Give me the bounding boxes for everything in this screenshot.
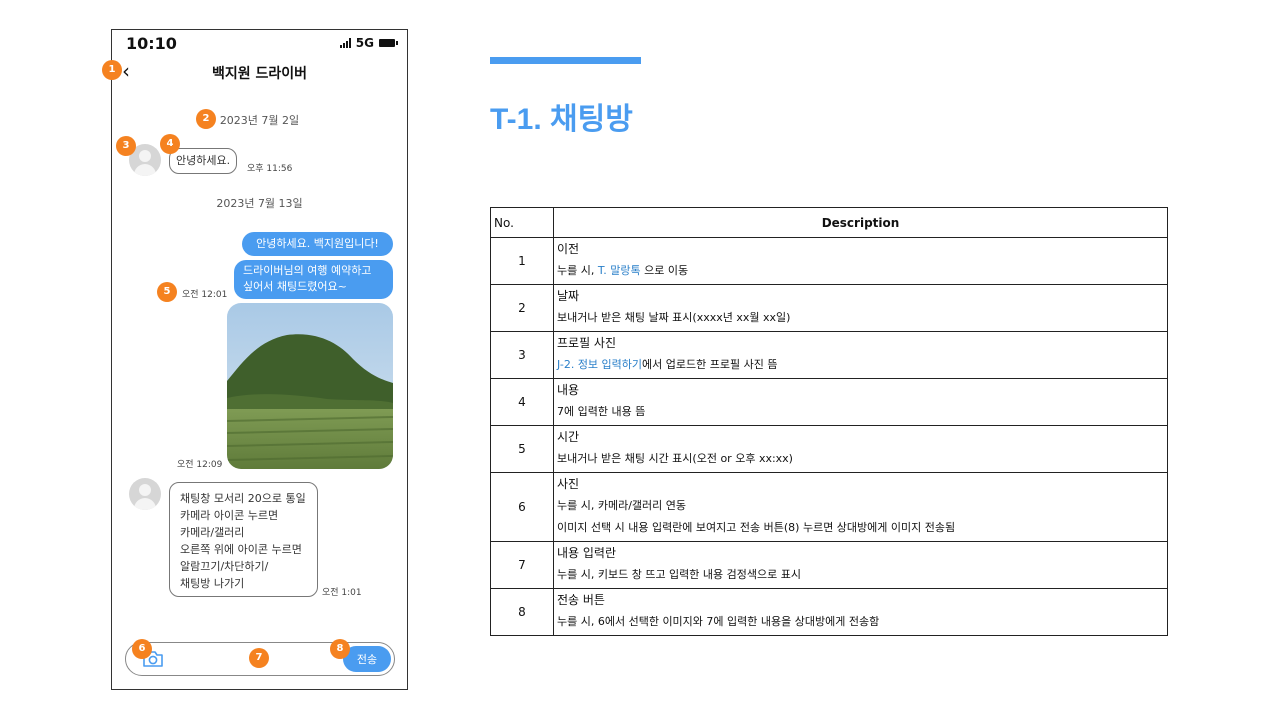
page-reference-link[interactable]: T. 말랑톡 bbox=[598, 264, 641, 277]
description-text: 누를 시, bbox=[557, 264, 598, 277]
column-header-description: Description bbox=[553, 207, 1168, 238]
chat-title: 백지원 드라이버 bbox=[211, 66, 308, 82]
avatar[interactable] bbox=[129, 478, 161, 510]
row-number: 7 bbox=[490, 541, 554, 589]
battery-icon bbox=[379, 39, 398, 47]
row-description: 날짜보내거나 받은 채팅 날짜 표시(xxxx년 xx월 xx일) bbox=[553, 284, 1168, 332]
row-number: 6 bbox=[490, 472, 554, 542]
description-text: 이미지 선택 시 내용 입력란에 보여지고 전송 버튼(8) 누르면 상대방에게… bbox=[557, 521, 956, 534]
annotation-badge-7: 7 bbox=[249, 648, 269, 668]
item-title: 시간 bbox=[557, 430, 580, 444]
date-divider: 2023년 7월 2일 bbox=[219, 114, 300, 127]
item-description-line: 이미지 선택 시 내용 입력란에 보여지고 전송 버튼(8) 누르면 상대방에게… bbox=[557, 517, 1164, 539]
annotation-badge-3: 3 bbox=[116, 136, 136, 156]
annotation-badge-2: 2 bbox=[196, 109, 216, 129]
outgoing-message: 드라이버님의 여행 예약하고 싶어서 채팅드렸어요~ bbox=[234, 260, 393, 299]
annotation-badge-4: 4 bbox=[160, 134, 180, 154]
message-line: 오른쪽 위에 아이콘 누르면 bbox=[180, 543, 302, 556]
message-time: 오후 11:56 bbox=[247, 164, 293, 174]
table-row: 3 프로필 사진 J-2. 정보 입력하기에서 업로드한 프로필 사진 뜸 bbox=[490, 331, 1168, 379]
annotation-badge-8: 8 bbox=[330, 639, 350, 659]
row-description: 사진누를 시, 카메라/갤러리 연동이미지 선택 시 내용 입력란에 보여지고 … bbox=[553, 472, 1168, 542]
item-description-line: 보내거나 받은 채팅 날짜 표시(xxxx년 xx월 xx일) bbox=[557, 307, 1164, 329]
row-description: 이전누를 시, T. 말랑톡 으로 이동 bbox=[553, 237, 1168, 285]
table-header-row: No. Description bbox=[490, 207, 1168, 238]
signal-icon bbox=[339, 38, 351, 48]
table-row: 1 이전누를 시, T. 말랑톡 으로 이동 bbox=[490, 237, 1168, 285]
row-description: 시간보내거나 받은 채팅 시간 표시(오전 or 오후 xx:xx) bbox=[553, 425, 1168, 473]
shared-photo[interactable] bbox=[227, 303, 393, 469]
incoming-message: 채팅창 모서리 20으로 통일 카메라 아이콘 누르면 카메라/갤러리 오른쪽 … bbox=[169, 482, 318, 597]
message-line: 카메라/갤러리 bbox=[180, 526, 245, 539]
outgoing-message: 안녕하세요. 백지원입니다! bbox=[242, 232, 393, 256]
item-description-line: 누를 시, T. 말랑톡 으로 이동 bbox=[557, 260, 1164, 282]
item-title: 내용 입력란 bbox=[557, 546, 617, 560]
item-title: 사진 bbox=[557, 477, 580, 491]
row-description: 프로필 사진 J-2. 정보 입력하기에서 업로드한 프로필 사진 뜸 bbox=[553, 331, 1168, 379]
row-description: 전송 버튼누를 시, 6에서 선택한 이미지와 7에 입력한 내용을 상대방에게… bbox=[553, 588, 1168, 636]
incoming-message: 안녕하세요. bbox=[169, 148, 238, 174]
item-description-line: 보내거나 받은 채팅 시간 표시(오전 or 오후 xx:xx) bbox=[557, 448, 1164, 470]
page-heading: T-1. 채팅방 bbox=[490, 103, 633, 136]
table-row: 5 시간보내거나 받은 채팅 시간 표시(오전 or 오후 xx:xx) bbox=[490, 425, 1168, 473]
message-line: 채팅방 나가기 bbox=[180, 577, 245, 590]
table-row: 7 내용 입력란누를 시, 키보드 창 뜨고 입력한 내용 검정색으로 표시 bbox=[490, 541, 1168, 589]
description-text: 보내거나 받은 채팅 날짜 표시(xxxx년 xx월 xx일) bbox=[557, 311, 791, 324]
row-number: 2 bbox=[490, 284, 554, 332]
annotation-badge-1: 1 bbox=[102, 60, 122, 80]
message-time: 오전 12:01 bbox=[182, 290, 228, 300]
message-line: 채팅창 모서리 20으로 통일 bbox=[180, 492, 306, 505]
item-description-line: 누를 시, 카메라/갤러리 연동 bbox=[557, 495, 1164, 517]
item-title: 프로필 사진 bbox=[557, 336, 617, 350]
annotation-badge-6: 6 bbox=[132, 639, 152, 659]
description-text: 누를 시, 카메라/갤러리 연동 bbox=[557, 499, 687, 512]
table-row: 6 사진누를 시, 카메라/갤러리 연동이미지 선택 시 내용 입력란에 보여지고… bbox=[490, 472, 1168, 542]
row-number: 4 bbox=[490, 378, 554, 426]
row-number: 8 bbox=[490, 588, 554, 636]
description-text: 누를 시, 6에서 선택한 이미지와 7에 입력한 내용을 상대방에게 전송함 bbox=[557, 615, 880, 628]
item-title: 전송 버튼 bbox=[557, 593, 605, 607]
item-description-line: 누를 시, 키보드 창 뜨고 입력한 내용 검정색으로 표시 bbox=[557, 564, 1164, 586]
date-divider: 2023년 7월 13일 bbox=[216, 197, 303, 210]
status-time: 10:10 bbox=[126, 34, 177, 53]
description-text: 누를 시, 키보드 창 뜨고 입력한 내용 검정색으로 표시 bbox=[557, 568, 801, 581]
item-description-line: 누를 시, 6에서 선택한 이미지와 7에 입력한 내용을 상대방에게 전송함 bbox=[557, 611, 1164, 633]
table-row: 2 날짜보내거나 받은 채팅 날짜 표시(xxxx년 xx월 xx일) bbox=[490, 284, 1168, 332]
description-text: 에서 업로드한 프로필 사진 뜸 bbox=[642, 358, 778, 371]
network-label: 5G bbox=[355, 36, 374, 50]
table-row: 4 내용 7에 입력한 내용 뜸 bbox=[490, 378, 1168, 426]
page-reference-link[interactable]: J-2. 정보 입력하기 bbox=[557, 358, 642, 371]
item-title: 날짜 bbox=[557, 289, 580, 303]
message-line: 알람끄기/차단하기/ bbox=[180, 560, 269, 573]
description-text: 보내거나 받은 채팅 시간 표시(오전 or 오후 xx:xx) bbox=[557, 452, 793, 465]
item-description-line: J-2. 정보 입력하기에서 업로드한 프로필 사진 뜸 bbox=[557, 354, 1164, 376]
description-text: 7에 입력한 내용 뜸 bbox=[557, 405, 646, 418]
table-row: 8 전송 버튼누를 시, 6에서 선택한 이미지와 7에 입력한 내용을 상대방에… bbox=[490, 588, 1168, 636]
message-time: 오전 12:09 bbox=[177, 460, 223, 470]
status-bar-right: 5G bbox=[339, 36, 398, 50]
item-description-line: 7에 입력한 내용 뜸 bbox=[557, 401, 1164, 423]
row-description: 내용 입력란누를 시, 키보드 창 뜨고 입력한 내용 검정색으로 표시 bbox=[553, 541, 1168, 589]
accent-bar bbox=[490, 57, 641, 64]
message-line: 카메라 아이콘 누르면 bbox=[180, 509, 279, 522]
row-description: 내용 7에 입력한 내용 뜸 bbox=[553, 378, 1168, 426]
description-text: 으로 이동 bbox=[640, 264, 689, 277]
landscape-photo bbox=[227, 303, 393, 469]
message-line: 드라이버님의 여행 예약하고 bbox=[243, 264, 372, 277]
message-time: 오전 1:01 bbox=[322, 588, 362, 598]
phone-mockup: 10:10 5G ‹ 백지원 드라이버 2023년 7월 2일 안녕하세요. 오… bbox=[111, 29, 408, 690]
row-number: 3 bbox=[490, 331, 554, 379]
column-header-no: No. bbox=[490, 207, 554, 238]
item-title: 내용 bbox=[557, 383, 580, 397]
annotation-badge-5: 5 bbox=[157, 282, 177, 302]
message-line: 싶어서 채팅드렸어요~ bbox=[243, 280, 347, 293]
description-table: No. Description 1 이전 누를 시, T. 말랑톡 으로 이동 2 날짜… bbox=[490, 207, 1168, 636]
row-number: 5 bbox=[490, 425, 554, 473]
row-number: 1 bbox=[490, 237, 554, 285]
item-title: 이전 bbox=[557, 242, 580, 256]
send-button[interactable]: 전송 bbox=[343, 646, 391, 672]
